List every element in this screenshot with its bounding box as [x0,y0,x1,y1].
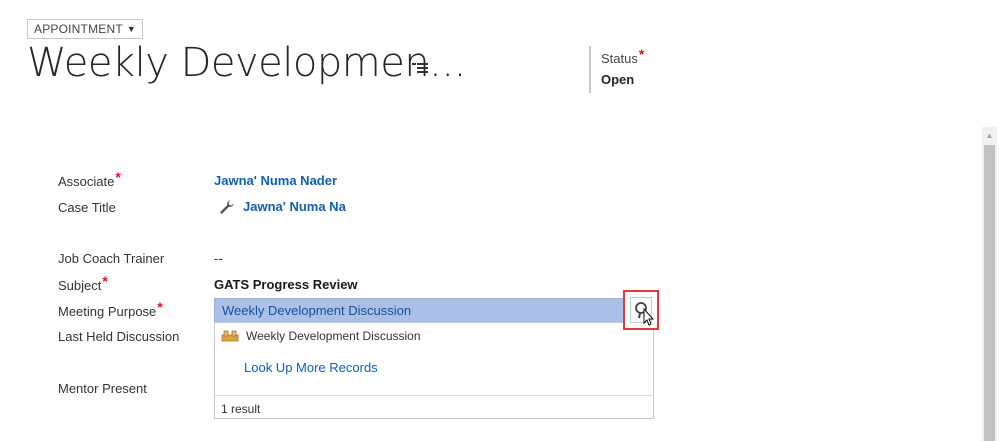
record-type-icon [221,330,239,342]
lookup-results-dropdown: Weekly Development Discussion Look Up Mo… [214,322,654,419]
vertical-scrollbar[interactable]: ▲ [982,127,997,441]
case-title-label: Case Title [58,200,116,215]
page-title: Weekly Developmen... [27,40,466,86]
status-value: Open [601,72,635,87]
meeting-purpose-lookup-input[interactable]: Weekly Development Discussion [214,298,654,323]
associate-value-link[interactable]: Jawna' Numa Nader [214,173,337,188]
required-indicator: * [638,46,645,62]
mentor-present-label: Mentor Present [58,381,147,396]
status-field: Status* Open [589,46,644,93]
scroll-thumb[interactable] [984,145,995,441]
associate-label: Associate* [58,169,121,189]
look-up-more-records-link[interactable]: Look Up More Records [244,360,378,375]
meeting-purpose-label: Meeting Purpose* [58,299,163,319]
entity-type-label: APPOINTMENT [34,22,123,36]
mouse-pointer-icon [643,308,654,326]
lookup-result-item[interactable]: Weekly Development Discussion [221,329,421,343]
subject-value[interactable]: GATS Progress Review [214,277,358,292]
required-indicator: * [102,273,108,289]
caret-down-icon: ▼ [126,24,136,34]
dropdown-divider [215,395,653,396]
result-count: 1 result [221,402,261,416]
lookup-result-label: Weekly Development Discussion [246,329,421,343]
required-indicator: * [115,169,121,185]
status-label: Status [601,51,638,66]
scroll-up-arrow-icon[interactable]: ▲ [982,127,997,143]
list-menu-icon[interactable] [410,60,430,76]
job-coach-trainer-value[interactable]: -- [214,251,223,266]
case-title-value-link[interactable]: Jawna' Numa Na [243,199,346,214]
last-held-discussion-label: Last Held Discussion [58,329,180,344]
wrench-icon [220,200,234,214]
job-coach-trainer-label: Job Coach Trainer [58,251,165,266]
entity-type-selector[interactable]: APPOINTMENT ▼ [27,19,143,39]
subject-label: Subject* [58,273,108,293]
required-indicator: * [157,299,163,315]
